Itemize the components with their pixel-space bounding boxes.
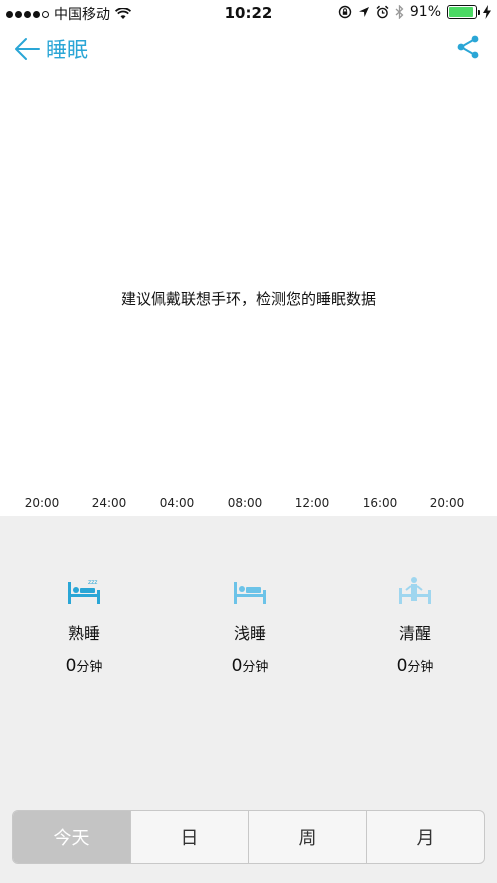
light-sleep-bed-icon (234, 582, 266, 604)
deep-sleep-stat: zzz 熟睡 0分钟 (24, 574, 144, 676)
light-sleep-value: 0分钟 (231, 656, 269, 676)
period-segmented-control: 今天 日 周 月 (12, 810, 485, 864)
time-axis-tick: 08:00 (227, 496, 263, 510)
tab-month[interactable]: 月 (367, 811, 484, 863)
status-bar: 中国移动 10:22 91% (0, 0, 497, 26)
time-axis-tick: 20:00 (24, 496, 60, 510)
time-axis-tick: 12:00 (294, 496, 330, 510)
bluetooth-icon (395, 5, 404, 19)
rotation-lock-icon (338, 5, 352, 19)
light-sleep-label: 浅睡 (233, 624, 266, 643)
time-axis-tick: 04:00 (159, 496, 195, 510)
status-right: 91% (338, 4, 491, 20)
sleep-stats-panel: zzz 熟睡 0分钟 浅睡 0分钟 清醒 0分钟 今天 日 周 月 (0, 516, 497, 883)
tab-week[interactable]: 周 (249, 811, 367, 863)
time-axis-tick: 24:00 (91, 496, 127, 510)
awake-label: 清醒 (398, 624, 431, 643)
share-icon (457, 35, 479, 59)
back-button[interactable]: 睡眠 (14, 34, 88, 64)
time-axis-tick: 16:00 (362, 496, 398, 510)
deep-sleep-bed-icon: zzz (68, 579, 100, 604)
svg-text:zzz: zzz (88, 579, 97, 586)
alarm-icon (376, 5, 389, 19)
share-button[interactable] (455, 34, 481, 64)
nav-bar: 睡眠 (0, 26, 497, 72)
tab-today[interactable]: 今天 (13, 811, 131, 863)
tab-day[interactable]: 日 (131, 811, 249, 863)
awake-stat: 清醒 0分钟 (355, 574, 475, 676)
back-arrow-icon (15, 38, 40, 60)
awake-value: 0分钟 (396, 656, 434, 676)
awake-person-icon (399, 577, 431, 604)
no-data-message: 建议佩戴联想手环，检测您的睡眠数据 (120, 290, 376, 308)
time-axis-tick: 20:00 (429, 496, 465, 510)
page-title: 睡眠 (46, 38, 88, 62)
time-axis: 20:00 24:00 04:00 08:00 12:00 16:00 20:0… (0, 496, 497, 514)
charging-bolt-icon (483, 5, 491, 19)
location-arrow-icon (358, 7, 369, 17)
deep-sleep-value: 0分钟 (65, 656, 103, 676)
deep-sleep-label: 熟睡 (67, 624, 100, 643)
light-sleep-stat: 浅睡 0分钟 (190, 574, 310, 676)
battery-percent: 91% (409, 4, 441, 20)
battery-icon (447, 5, 480, 19)
